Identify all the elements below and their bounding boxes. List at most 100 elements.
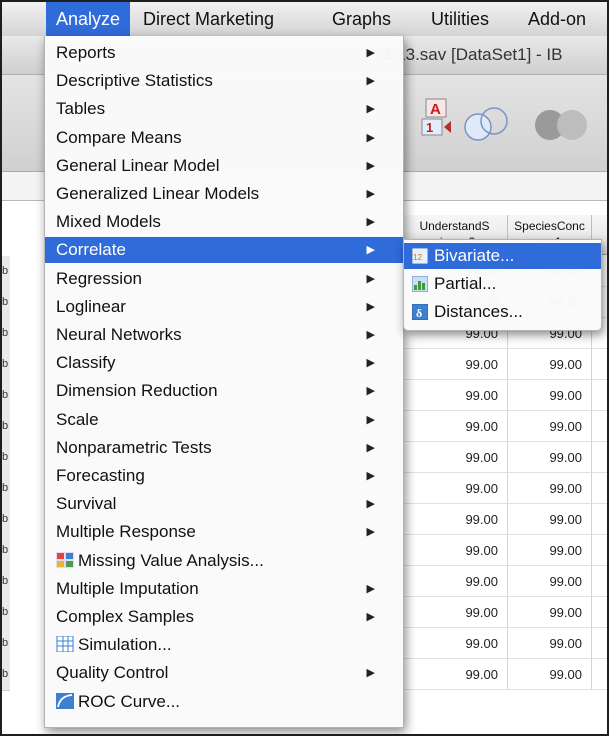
correlate-submenu: 12 Bivariate... Partial... δ Distances..… (403, 239, 602, 331)
table-cell[interactable]: 99.00 (402, 411, 508, 442)
menu-item-reports[interactable]: Reports ▶ (45, 40, 403, 66)
menu-item-label: ROC Curve... (78, 691, 181, 711)
table-cell[interactable] (592, 597, 607, 628)
menu-item-tables[interactable]: Tables ▶ (45, 96, 403, 122)
table-cell[interactable] (592, 504, 607, 535)
menu-item-quality-control[interactable]: Quality Control ▶ (45, 660, 403, 686)
table-cell[interactable]: 99.00 (402, 597, 508, 628)
table-cell[interactable]: 99.00 (402, 659, 508, 690)
row-number[interactable]: b (2, 535, 10, 567)
roc-curve-icon (56, 692, 74, 709)
menu-item-simulation[interactable]: Simulation... (45, 632, 403, 658)
menu-item-scale[interactable]: Scale ▶ (45, 407, 403, 433)
menu-item-roc-curve[interactable]: ROC Curve... (45, 689, 403, 715)
row-number[interactable]: b (2, 473, 10, 505)
menu-item-label: Descriptive Statistics (56, 71, 213, 91)
submenu-arrow-icon: ▶ (366, 244, 375, 257)
screenshot-frame: Analyze Direct Marketing Graphs Utilitie… (0, 0, 609, 736)
table-cell[interactable]: 99.00 (402, 504, 508, 535)
menu-item-label: Tables (56, 99, 106, 119)
table-cell[interactable] (592, 628, 607, 659)
table-cell[interactable]: 99.00 (508, 597, 592, 628)
row-number[interactable]: b (2, 659, 10, 691)
menu-item-generalized-linear-models[interactable]: Generalized Linear Models ▶ (45, 181, 403, 207)
row-number[interactable]: b (2, 566, 10, 598)
menu-item-compare-means[interactable]: Compare Means ▶ (45, 125, 403, 151)
table-cell[interactable]: 99.00 (508, 628, 592, 659)
menu-utilities[interactable]: Utilities (421, 2, 499, 36)
table-cell[interactable]: 99.00 (508, 535, 592, 566)
row-number[interactable]: b (2, 411, 10, 443)
table-cell[interactable]: 99.00 (508, 349, 592, 380)
table-cell[interactable]: 99.00 (508, 442, 592, 473)
menu-item-classify[interactable]: Classify ▶ (45, 350, 403, 376)
table-cell[interactable] (592, 349, 607, 380)
submenu-arrow-icon: ▶ (366, 216, 375, 229)
submenu-arrow-icon: ▶ (366, 498, 375, 511)
table-cell[interactable]: 99.00 (402, 442, 508, 473)
menu-analyze[interactable]: Analyze (46, 2, 131, 36)
menu-item-label: Survival (56, 494, 117, 514)
table-cell[interactable]: 99.00 (508, 504, 592, 535)
table-cell[interactable] (592, 380, 607, 411)
menu-item-label: Classify (56, 353, 116, 373)
table-cell[interactable]: 99.00 (402, 473, 508, 504)
split-file-icon[interactable] (532, 107, 602, 147)
table-cell[interactable]: 99.00 (402, 349, 508, 380)
menu-item-correlate[interactable]: Correlate ▶ (45, 237, 403, 264)
menu-item-dimension-reduction[interactable]: Dimension Reduction ▶ (45, 378, 403, 404)
row-number[interactable]: b (2, 287, 10, 319)
menu-item-regression[interactable]: Regression ▶ (45, 266, 403, 292)
table-cell[interactable] (592, 473, 607, 504)
table-cell[interactable]: 99.00 (508, 380, 592, 411)
submenu-arrow-icon: ▶ (366, 667, 375, 680)
bivariate-icon: 12 (412, 248, 428, 264)
table-cell[interactable]: 99.00 (508, 659, 592, 690)
menu-item-general-linear-model[interactable]: General Linear Model ▶ (45, 153, 403, 179)
table-cell[interactable] (592, 659, 607, 690)
submenu-distances[interactable]: δ Distances... (404, 299, 601, 325)
table-cell[interactable] (592, 566, 607, 597)
menu-item-mixed-models[interactable]: Mixed Models ▶ (45, 209, 403, 235)
row-number[interactable]: b (2, 442, 10, 474)
submenu-partial[interactable]: Partial... (404, 271, 601, 297)
menu-graphs[interactable]: Graphs (322, 2, 401, 36)
distances-icon: δ (412, 304, 428, 320)
row-number[interactable]: b (2, 504, 10, 536)
table-cell[interactable]: 99.00 (402, 535, 508, 566)
menu-item-nonparametric-tests[interactable]: Nonparametric Tests ▶ (45, 435, 403, 461)
row-number[interactable]: b (2, 597, 10, 629)
table-cell[interactable] (592, 535, 607, 566)
value-labels-icon[interactable]: A 1 (420, 97, 454, 137)
submenu-arrow-icon: ▶ (366, 357, 375, 370)
menu-item-multiple-response[interactable]: Multiple Response ▶ (45, 519, 403, 545)
table-cell[interactable] (592, 442, 607, 473)
menu-bar: Analyze Direct Marketing Graphs Utilitie… (2, 2, 607, 37)
table-cell[interactable]: 99.00 (508, 473, 592, 504)
menu-item-forecasting[interactable]: Forecasting ▶ (45, 463, 403, 489)
menu-item-survival[interactable]: Survival ▶ (45, 491, 403, 517)
menu-item-label: Generalized Linear Models (56, 184, 260, 203)
menu-item-loglinear[interactable]: Loglinear ▶ (45, 294, 403, 320)
menu-add-ons[interactable]: Add-on (518, 2, 596, 36)
table-cell[interactable]: 99.00 (402, 566, 508, 597)
row-number[interactable]: b (2, 318, 10, 350)
table-cell[interactable]: 99.00 (402, 628, 508, 659)
menu-direct-marketing[interactable]: Direct Marketing (133, 2, 284, 36)
menu-item-missing-value-analysis[interactable]: Missing Value Analysis... (45, 548, 403, 574)
venn-icon[interactable] (462, 105, 518, 145)
row-number[interactable]: b (2, 256, 10, 288)
menu-item-neural-networks[interactable]: Neural Networks ▶ (45, 322, 403, 348)
table-cell[interactable] (592, 411, 607, 442)
menu-item-descriptive-statistics[interactable]: Descriptive Statistics ▶ (45, 68, 403, 94)
menu-item-complex-samples[interactable]: Complex Samples ▶ (45, 604, 403, 630)
table-cell[interactable]: 99.00 (402, 380, 508, 411)
row-number[interactable]: b (2, 349, 10, 381)
table-cell[interactable]: 99.00 (508, 411, 592, 442)
table-cell[interactable]: 99.00 (508, 566, 592, 597)
row-number[interactable]: b (2, 628, 10, 660)
menu-item-label: Forecasting (56, 466, 145, 485)
menu-item-multiple-imputation[interactable]: Multiple Imputation ▶ (45, 576, 403, 602)
submenu-bivariate[interactable]: 12 Bivariate... (404, 243, 601, 269)
row-number[interactable]: b (2, 380, 10, 412)
